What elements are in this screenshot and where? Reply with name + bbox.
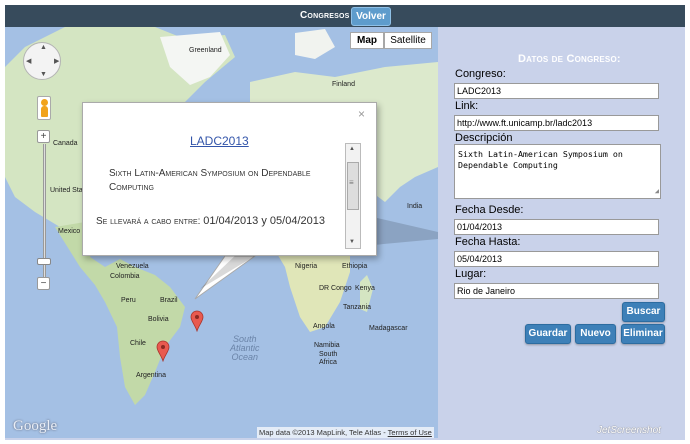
infowindow-description: Sixth Latin-American Symposium on Depend… [109, 168, 311, 193]
close-icon[interactable]: × [358, 107, 365, 121]
marker-infowindow: LADC2013 Sixth Latin-American Symposium … [82, 102, 377, 256]
scrollbar-grip-icon: ≡ [349, 178, 354, 187]
lugar-input[interactable]: Rio de Janeiro [454, 283, 659, 299]
google-logo: Google [13, 418, 58, 434]
congress-form-panel: Datos de Congreso: Congreso: LADC2013 Li… [438, 27, 685, 440]
map-view[interactable]: Greenland Finland Canada United Stat Mex… [5, 27, 438, 438]
fecha-desde-label: Fecha Desde: [455, 204, 524, 216]
nuevo-button[interactable]: Nuevo [575, 324, 616, 344]
descripcion-textarea[interactable]: Sixth Latin-American Symposium on Depend… [454, 144, 661, 199]
lugar-label: Lugar: [455, 268, 487, 280]
scroll-down-icon[interactable]: ▼ [349, 239, 355, 245]
scroll-up-icon[interactable]: ▲ [349, 146, 355, 152]
app-frame: Congresos Volver Greenland Finland Canad… [0, 0, 690, 444]
infowindow-title-link[interactable]: LADC2013 [190, 134, 249, 148]
infowindow-dates-prefix: Se llevará a cabo entre: [96, 216, 204, 227]
form-title: Datos de Congreso: [518, 53, 621, 65]
eliminar-button[interactable]: Eliminar [621, 324, 665, 344]
descripcion-text: Sixth Latin-American Symposium on Depend… [458, 149, 623, 170]
map-attribution: Map data ©2013 MapLink, Tele Atlas - Ter… [257, 427, 434, 438]
watermark-text: JetScreenshot [597, 425, 661, 436]
watermark-logo: JetScreenshot [597, 425, 661, 436]
fecha-desde-input[interactable]: 01/04/2013 [454, 219, 659, 235]
terms-of-use-link[interactable]: Terms of Use [388, 428, 432, 437]
resize-handle-icon[interactable]: ◢ [655, 186, 659, 197]
top-nav-bar: Congresos Volver [5, 5, 685, 27]
buscar-button[interactable]: Buscar [622, 302, 665, 322]
nav-congresos-link[interactable]: Congresos [300, 10, 349, 21]
fecha-hasta-label: Fecha Hasta: [455, 236, 521, 248]
congreso-label: Congreso: [455, 68, 506, 80]
descripcion-label: Descripción [455, 132, 513, 144]
link-input[interactable]: http://www.ft.unicamp.br/ladc2013 [454, 115, 659, 131]
attribution-text: Map data ©2013 MapLink, Tele Atlas - [259, 428, 388, 437]
congreso-input[interactable]: LADC2013 [454, 83, 659, 99]
link-label: Link: [455, 100, 479, 112]
guardar-button[interactable]: Guardar [525, 324, 571, 344]
infowindow-dates: Se llevará a cabo entre: 01/04/2013 y 05… [96, 214, 326, 229]
volver-button[interactable]: Volver [351, 7, 391, 26]
fecha-hasta-input[interactable]: 05/04/2013 [454, 251, 659, 267]
infowindow-dates-value: 01/04/2013 y 05/04/2013 [203, 215, 325, 227]
infowindow-scrollbar[interactable]: ▲ ≡ ▼ [345, 143, 361, 249]
